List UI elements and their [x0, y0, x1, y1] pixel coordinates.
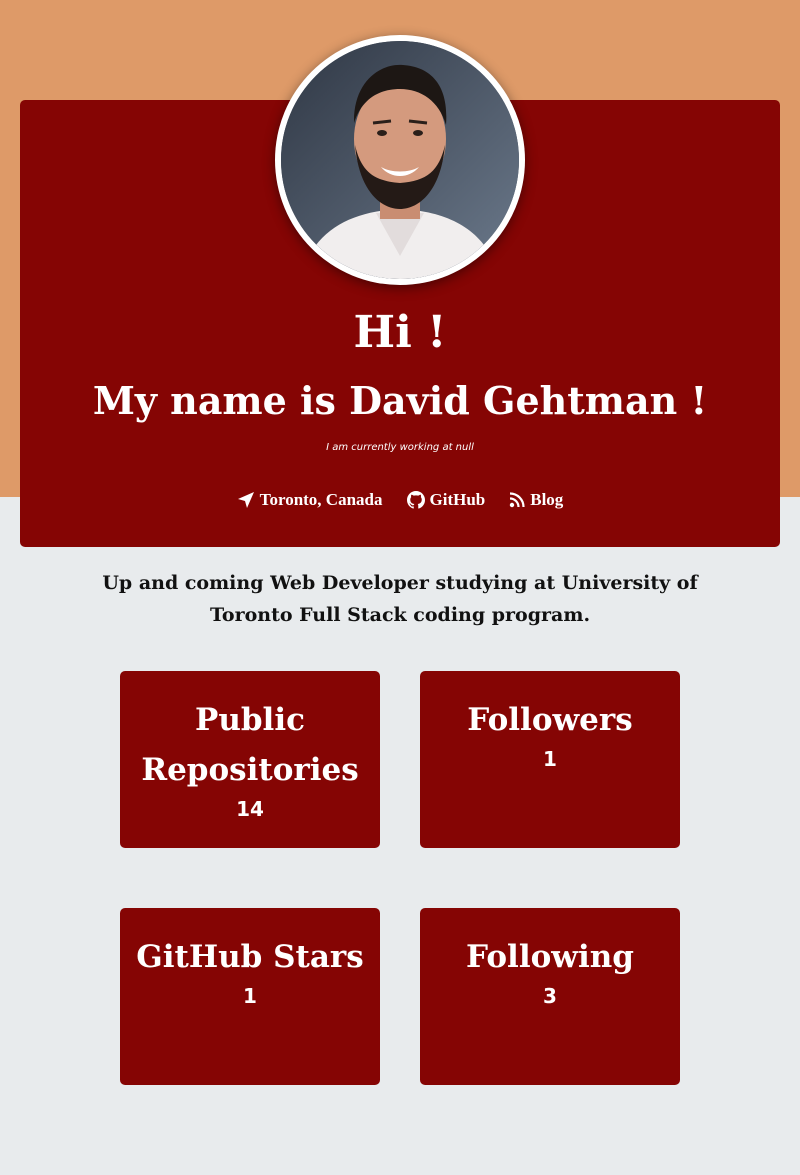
profile-links: Toronto, Canada GitHub Blog — [0, 490, 800, 510]
avatar-image — [281, 41, 519, 279]
stat-card-following: Following 3 — [420, 908, 680, 1085]
bio-text: Up and coming Web Developer studying at … — [102, 572, 698, 626]
name-heading: My name is David Gehtman ! — [92, 378, 708, 423]
location-link[interactable]: Toronto, Canada — [237, 490, 383, 510]
blog-label: Blog — [530, 490, 564, 509]
stat-title: Public Repositories — [141, 702, 359, 788]
stat-value: 1 — [243, 984, 257, 1008]
greeting-heading: Hi ! — [353, 307, 447, 358]
avatar-photo — [281, 41, 519, 279]
stat-value: 3 — [543, 984, 557, 1008]
github-icon — [406, 491, 425, 509]
avatar — [275, 35, 525, 285]
stat-title: Followers — [467, 702, 633, 738]
stat-card-public-repositories: Public Repositories 14 — [120, 671, 380, 848]
location-arrow-icon — [237, 492, 254, 508]
github-label: GitHub — [429, 490, 486, 509]
location-label: Toronto, Canada — [259, 490, 383, 509]
github-link[interactable]: GitHub — [406, 490, 486, 510]
stat-value: 14 — [236, 797, 264, 821]
blog-link[interactable]: Blog — [509, 490, 563, 510]
stat-card-github-stars: GitHub Stars 1 — [120, 908, 380, 1085]
stat-title: GitHub Stars — [136, 939, 364, 975]
stat-value: 1 — [543, 747, 557, 771]
work-status: I am currently working at null — [326, 442, 474, 453]
stat-title: Following — [466, 939, 634, 975]
rss-icon — [510, 492, 525, 508]
stat-card-followers: Followers 1 — [420, 671, 680, 848]
